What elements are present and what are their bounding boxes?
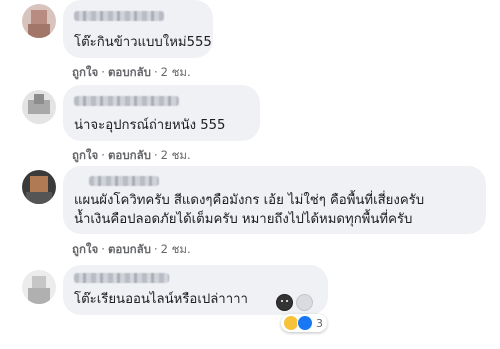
reply-link[interactable]: ตอบกลับ: [108, 147, 151, 165]
comment-bubble: น่าจะอุปกรณ์ถ่ายหนัง 555: [63, 85, 260, 141]
author-name-blurred[interactable]: [74, 273, 169, 283]
reply-link[interactable]: ตอบกลับ: [108, 241, 151, 259]
avatar[interactable]: [22, 270, 56, 304]
comment-actions: ถูกใจ · ตอบกลับ · 2 ชม.: [72, 64, 191, 82]
comment-text-line-1: แผนผังโควิทครับ สีแดงๆคือมังกร เอ้ย ไม่ใ…: [74, 193, 425, 208]
separator: ·: [153, 242, 158, 256]
comment-actions: ถูกใจ · ตอบกลับ · 2 ชม.: [72, 147, 191, 165]
author-name-blurred[interactable]: [74, 96, 179, 106]
reaction-count: 3: [316, 316, 323, 330]
emoji-icon: [276, 294, 293, 311]
reactions-summary[interactable]: 3: [281, 314, 327, 332]
comment-actions: ถูกใจ · ตอบกลับ · 2 ชม.: [72, 241, 191, 259]
comment-bubble: โต๊ะเรียนออนไลน์หรือเปล่าาาา: [63, 265, 328, 315]
separator: ·: [101, 242, 105, 256]
timestamp[interactable]: 2 ชม.: [161, 241, 191, 259]
like-reaction-icon: [297, 315, 313, 331]
timestamp[interactable]: 2 ชม.: [161, 64, 191, 82]
separator: ·: [101, 65, 105, 79]
author-name-blurred[interactable]: [74, 11, 164, 21]
like-link[interactable]: ถูกใจ: [72, 147, 98, 165]
author-name-blurred[interactable]: [89, 176, 159, 186]
comment-text-line-2: น้ำเงินคือปลอดภัยได้เต็มครับ หมายถึงไปได…: [74, 212, 413, 227]
comment-text: โต๊ะเรียนออนไลน์หรือเปล่าาาา: [74, 292, 248, 307]
comment-text: โต๊ะกินข้าวแบบใหม่555: [74, 35, 212, 50]
reply-link[interactable]: ตอบกลับ: [108, 64, 151, 82]
avatar[interactable]: [22, 90, 56, 124]
emoji-icon: [296, 294, 313, 311]
avatar[interactable]: [22, 4, 56, 38]
avatar[interactable]: [22, 170, 56, 204]
separator: ·: [101, 148, 105, 162]
timestamp[interactable]: 2 ชม.: [161, 147, 191, 165]
separator: ·: [153, 148, 158, 162]
like-link[interactable]: ถูกใจ: [72, 64, 98, 82]
comment-bubble: โต๊ะกินข้าวแบบใหม่555: [63, 0, 213, 58]
like-link[interactable]: ถูกใจ: [72, 241, 98, 259]
comment-bubble: แผนผังโควิทครับ สีแดงๆคือมังกร เอ้ย ไม่ใ…: [63, 166, 486, 234]
comment-text: น่าจะอุปกรณ์ถ่ายหนัง 555: [74, 118, 226, 133]
separator: ·: [153, 65, 158, 79]
